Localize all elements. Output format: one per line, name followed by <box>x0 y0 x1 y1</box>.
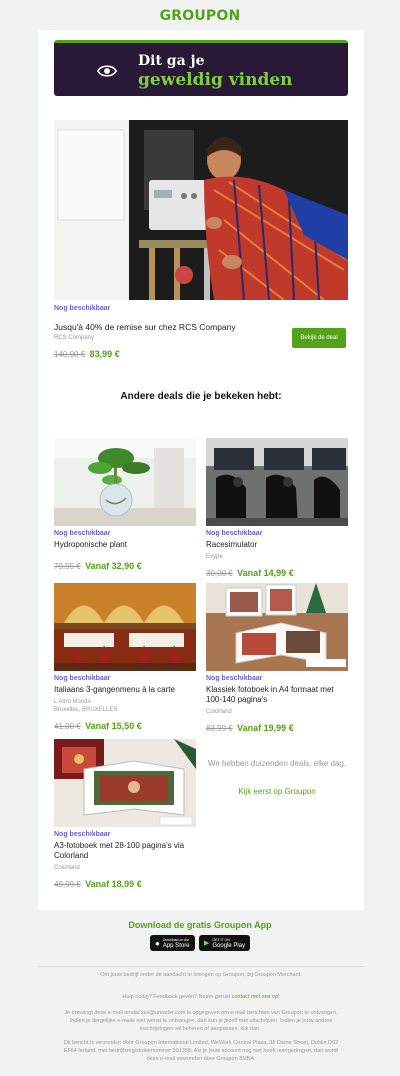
footer-legal-text: Dit bericht is verzonden door Groupon In… <box>63 1040 339 1062</box>
deal-availability: Nog beschikbaar <box>54 530 111 537</box>
eye-icon <box>96 65 118 77</box>
promo-link[interactable]: Kijk eerst op Groupon <box>206 787 348 796</box>
hero-photo <box>54 120 348 300</box>
deal-new-price: Vanaf 15,50 € <box>85 721 142 731</box>
deal-new-price: Vanaf 18,99 € <box>85 879 142 889</box>
deal-image <box>54 438 196 526</box>
promo-text: We hebben duizenden deals, elke dag. <box>207 759 347 768</box>
banner: Dit ga je geweldig vinden <box>54 40 348 96</box>
deal-old-price: 83,99 € <box>206 724 233 733</box>
deal-image <box>54 583 196 671</box>
contact-link[interactable]: contact met ons op! <box>232 994 280 1000</box>
deal-merchant: Colorland <box>206 709 232 715</box>
deal-new-price: Vanaf 14,99 € <box>237 568 294 578</box>
hero-availability: Nog beschikbaar <box>54 305 111 312</box>
footer-merchant-text: Om jouw bedrijf onder de aandacht te bre… <box>100 972 302 978</box>
deal-new-price: Vanaf 19,99 € <box>237 723 294 733</box>
footer-email-text: Je ontvangt deze e-mail omdat xxx@ureade… <box>64 1010 338 1032</box>
deal-merchant: Exype <box>206 554 223 560</box>
groupon-logo[interactable]: GROUPON <box>0 8 400 24</box>
deal-image <box>206 438 348 526</box>
googleplay-label: Google Play <box>212 943 246 949</box>
promo-block: We hebben duizenden deals, elke dag. Kij… <box>206 758 348 796</box>
deal-card[interactable]: Nog beschikbaar Italiaans 3-gangenmenu à… <box>54 583 196 734</box>
appstore-label: App Store <box>162 943 190 949</box>
deal-title[interactable]: Italiaans 3-gangenmenu à la carte <box>54 685 196 695</box>
play-icon: ▶ <box>204 940 210 947</box>
deal-card[interactable]: Nog beschikbaar Racesimulator Exype 30,0… <box>206 438 348 581</box>
deal-card[interactable]: Nog beschikbaar Hydroponische plant 79,9… <box>54 438 196 574</box>
deal-old-price: 30,00 € <box>206 569 233 578</box>
deal-title[interactable]: Klassiek fotoboek in A4 formaat met 100-… <box>206 685 348 705</box>
hero-deal-image[interactable] <box>54 120 348 300</box>
deal-availability: Nog beschikbaar <box>54 831 111 838</box>
banner-line2: geweldig vinden <box>138 70 293 90</box>
section-title: Andere deals die je bekeken hebt: <box>120 391 282 402</box>
deal-location: Bruxelles, BRUXELLES <box>54 707 118 713</box>
footer-help-text: Hulp nodig? Feedback geven? Neem gerust <box>122 994 231 1000</box>
deal-merchant: Colorland <box>54 865 80 871</box>
deal-availability: Nog beschikbaar <box>206 675 263 682</box>
banner-line1: Dit ga je <box>138 53 205 69</box>
deal-availability: Nog beschikbaar <box>206 530 263 537</box>
deal-image <box>54 739 196 827</box>
apple-icon: ● <box>155 938 160 948</box>
google-play-button[interactable]: ▶ GET IT ON Google Play <box>199 935 251 951</box>
deal-card[interactable]: Nog beschikbaar Klassiek fotoboek in A4 … <box>206 583 348 736</box>
deal-old-price: 79,95 € <box>54 562 81 571</box>
email-page: GROUPON Dit ga je geweldig vinden Nog be… <box>0 0 400 1076</box>
footer-help: Hulp nodig? Feedback geven? Neem gerust … <box>58 993 344 1001</box>
deal-new-price: Vanaf 32,90 € <box>85 561 142 571</box>
deal-title[interactable]: A3-fotoboek met 28-100 pagina's via Colo… <box>54 841 196 861</box>
footer-divider <box>38 966 364 967</box>
view-deal-button[interactable]: Bekijk de deal <box>292 328 346 348</box>
email-card: Dit ga je geweldig vinden Nog beschikbaa… <box>38 30 364 910</box>
deal-card[interactable]: Nog beschikbaar A3-fotoboek met 28-100 p… <box>54 739 196 892</box>
app-store-button[interactable]: ● Download on the App Store <box>150 935 195 951</box>
app-download-title: Download de gratis Groupon App <box>128 920 272 930</box>
deal-old-price: 49,99 € <box>54 880 81 889</box>
deal-title[interactable]: Racesimulator <box>206 540 348 550</box>
hero-new-price: 83,99 € <box>89 349 120 359</box>
deal-image <box>206 583 348 671</box>
deal-old-price: 41,00 € <box>54 722 81 731</box>
deal-merchant: L Altro Mondo <box>54 699 91 705</box>
deal-availability: Nog beschikbaar <box>54 675 111 682</box>
hero-old-price: 140,00 € <box>54 350 86 359</box>
deal-title[interactable]: Hydroponische plant <box>54 540 196 550</box>
